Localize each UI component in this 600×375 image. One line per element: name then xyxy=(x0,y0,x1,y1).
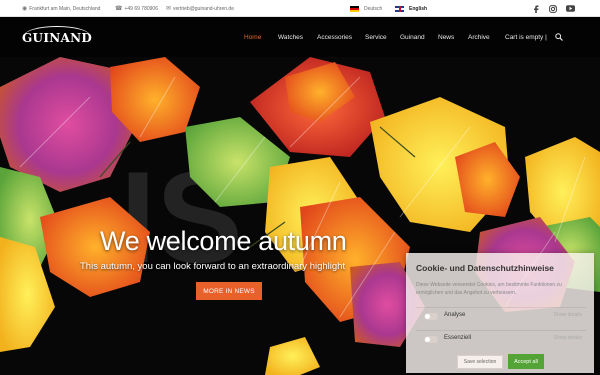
cookie-description: Diese Webseite verwendet Cookies, um bes… xyxy=(416,282,562,296)
phone-text[interactable]: +49 69 780906 xyxy=(124,6,158,12)
search-icon[interactable] xyxy=(555,17,563,57)
analyse-label: Analyse xyxy=(444,312,466,318)
phone-icon: ☎ xyxy=(115,5,123,12)
phone-info[interactable]: ☎ +49 69 780906 xyxy=(115,0,158,17)
essential-label: Essenziell xyxy=(444,335,472,341)
cookie-option-essential: Essenziell Show details xyxy=(416,330,586,347)
language-de[interactable]: Deutsch xyxy=(350,0,382,17)
youtube-icon[interactable] xyxy=(564,0,576,17)
accept-all-button[interactable]: Accept all xyxy=(508,354,544,369)
facebook-icon[interactable] xyxy=(530,0,542,17)
nav-accessories[interactable]: Accessories xyxy=(317,17,352,57)
email-info[interactable]: ✉ vertrieb@guinand-uhren.de xyxy=(166,0,234,17)
uk-flag-icon xyxy=(395,5,404,12)
more-in-news-button[interactable]: MORE IN NEWS xyxy=(196,282,262,300)
language-en-label[interactable]: English xyxy=(409,6,427,12)
email-text[interactable]: vertrieb@guinand-uhren.de xyxy=(173,6,234,12)
location-info: ◉ Frankfurt am Main, Deutschland xyxy=(22,0,100,17)
guinand-logo[interactable]: GUINAND xyxy=(22,31,92,45)
nav-service[interactable]: Service xyxy=(365,17,387,57)
mail-icon: ✉ xyxy=(166,5,172,12)
cookie-title: Cookie- und Datenschutzhinweise xyxy=(416,263,554,273)
hero-subtitle: This autumn, you can look forward to an … xyxy=(80,261,346,272)
top-info-bar: ◉ Frankfurt am Main, Deutschland ☎ +49 6… xyxy=(0,0,600,17)
cookie-option-analyse: Analyse Show details xyxy=(416,307,586,324)
hero-title: We welcome autumn xyxy=(100,226,347,256)
nav-cart[interactable]: Cart is empty | xyxy=(505,17,547,57)
location-text: Frankfurt am Main, Deutschland xyxy=(29,5,101,12)
nav-guinand[interactable]: Guinand xyxy=(400,17,425,57)
german-flag-icon xyxy=(350,5,359,12)
nav-archive[interactable]: Archive xyxy=(468,17,490,57)
language-de-label[interactable]: Deutsch xyxy=(364,6,382,12)
essential-details-link[interactable]: Show details xyxy=(554,335,582,341)
nav-home[interactable]: Home xyxy=(244,17,261,57)
analyse-toggle[interactable] xyxy=(424,313,438,320)
language-en[interactable]: English xyxy=(395,0,427,17)
nav-news[interactable]: News xyxy=(438,17,454,57)
essential-toggle[interactable] xyxy=(424,336,438,343)
instagram-icon[interactable] xyxy=(547,0,559,17)
nav-watches[interactable]: Watches xyxy=(278,17,303,57)
save-selection-button[interactable]: Save selection xyxy=(457,355,503,369)
location-pin-icon: ◉ xyxy=(22,5,28,12)
analyse-details-link[interactable]: Show details xyxy=(554,312,582,318)
